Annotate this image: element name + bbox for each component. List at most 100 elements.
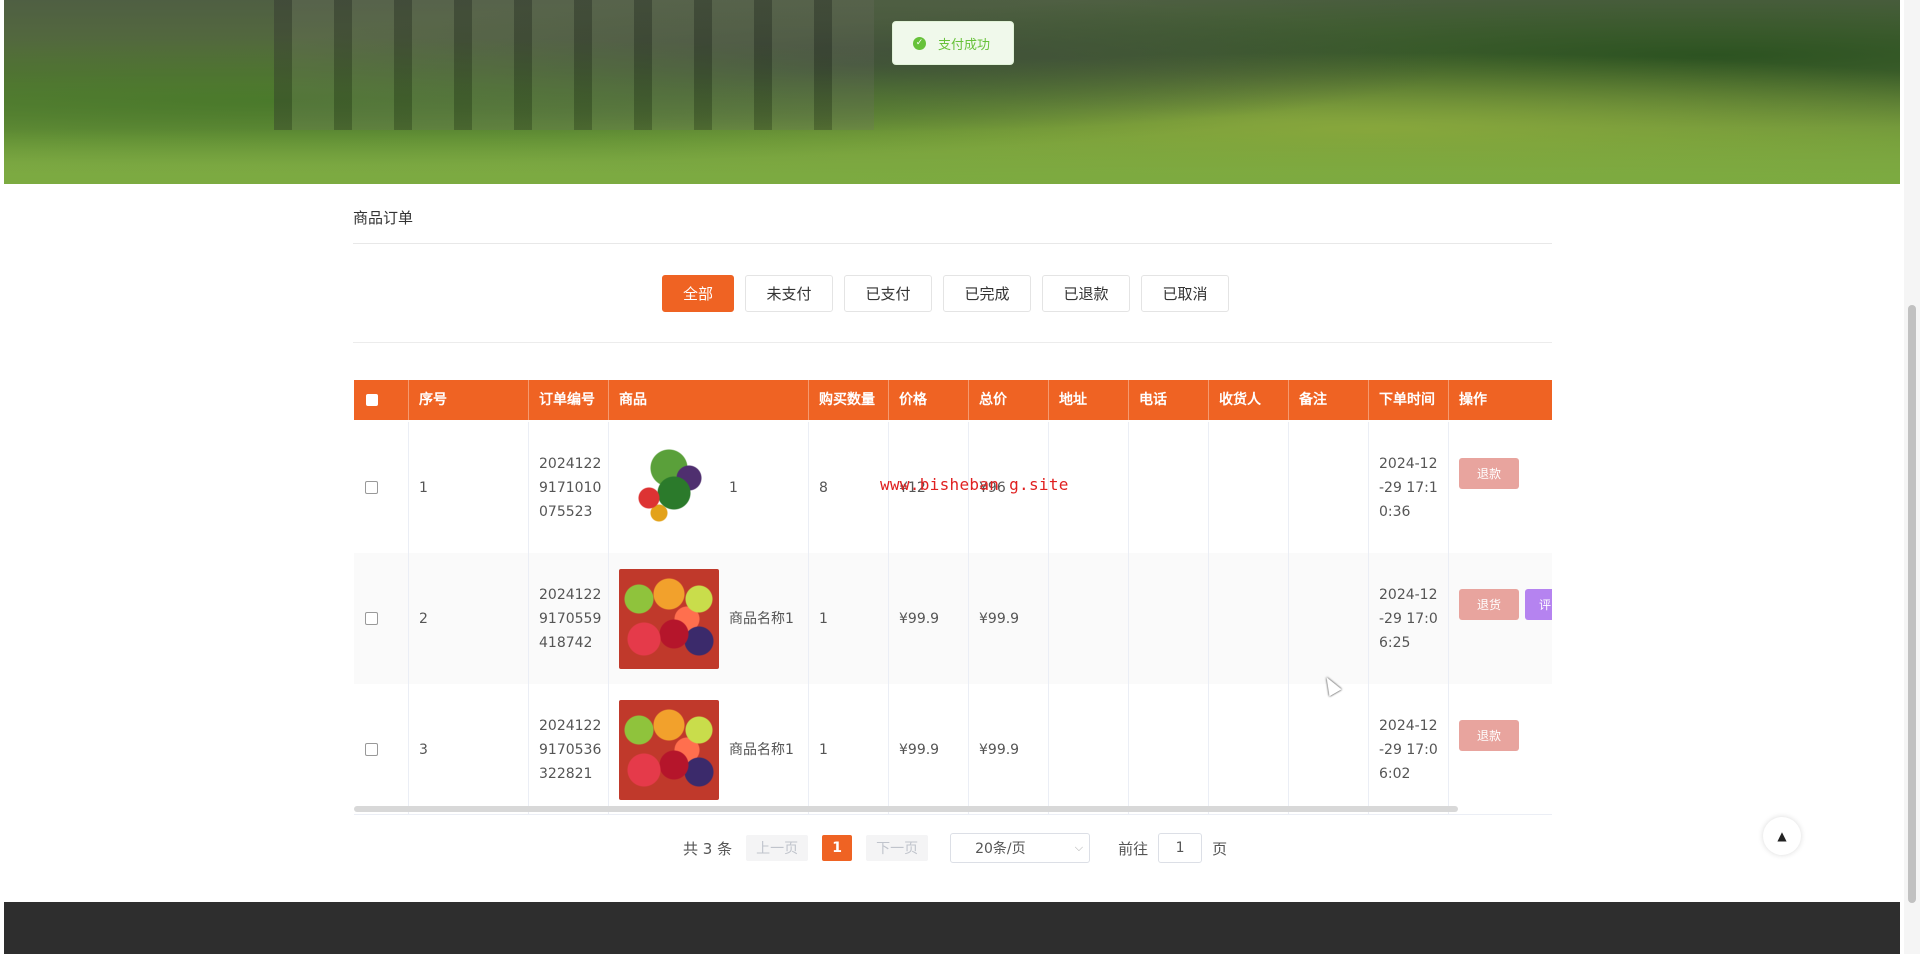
footer bbox=[4, 902, 1900, 954]
goto-page-input[interactable] bbox=[1158, 833, 1203, 863]
table-row: 3 20241229170536322821 商品名称1 1 ¥99.9 ¥99… bbox=[354, 684, 1552, 814]
row-checkbox[interactable] bbox=[365, 481, 378, 494]
cell-quantity: 1 bbox=[809, 553, 889, 684]
table-header: 序号 订单编号 商品 购买数量 价格 总价 地址 电话 收货人 备注 下单时间 … bbox=[354, 380, 1552, 420]
tab-completed[interactable]: 已完成 bbox=[943, 275, 1031, 312]
page-scrollbar-thumb[interactable] bbox=[1908, 305, 1916, 903]
total-count: 共 3 条 bbox=[683, 839, 733, 858]
cell-receiver bbox=[1209, 553, 1289, 684]
select-all-checkbox[interactable] bbox=[366, 394, 378, 406]
order-time: 2024-12-29 17:10:36 bbox=[1379, 455, 1438, 520]
divider bbox=[353, 342, 1552, 343]
order-time: 2024-12-29 17:06:02 bbox=[1379, 717, 1438, 782]
horizontal-scrollbar[interactable] bbox=[354, 806, 1458, 812]
product-image bbox=[619, 699, 719, 800]
row-select-cell bbox=[354, 422, 409, 553]
cell-product: 1 bbox=[609, 422, 809, 553]
tab-cancelled[interactable]: 已取消 bbox=[1141, 275, 1229, 312]
page-title: 商品订单 bbox=[353, 209, 414, 227]
cell-address bbox=[1049, 684, 1129, 814]
success-toast: ✓ 支付成功 bbox=[892, 21, 1014, 65]
caret-up-icon: ▲ bbox=[1777, 829, 1787, 843]
page-suffix: 页 bbox=[1212, 839, 1228, 858]
refund-button[interactable]: 退款 bbox=[1459, 458, 1519, 489]
header-select-all[interactable] bbox=[354, 380, 409, 420]
prev-page-button[interactable]: 上一页 bbox=[746, 835, 809, 861]
page-number-current[interactable]: 1 bbox=[822, 835, 853, 861]
divider bbox=[353, 243, 1552, 244]
toast-message: 支付成功 bbox=[938, 37, 991, 53]
cell-order-no: 20241229170559418742 bbox=[529, 553, 609, 684]
cell-phone bbox=[1129, 422, 1209, 553]
tab-unpaid[interactable]: 未支付 bbox=[745, 275, 833, 312]
page-scrollbar[interactable] bbox=[1904, 0, 1920, 954]
row-select-cell bbox=[354, 553, 409, 684]
cell-price: ¥99.9 bbox=[889, 684, 969, 814]
header-index: 序号 bbox=[409, 380, 529, 420]
cell-total: ¥99.9 bbox=[969, 553, 1049, 684]
tab-refunded[interactable]: 已退款 bbox=[1042, 275, 1130, 312]
page-size-select[interactable]: 20条/页 ⌵ bbox=[950, 833, 1091, 863]
next-page-button[interactable]: 下一页 bbox=[866, 835, 929, 861]
cell-remark bbox=[1289, 422, 1369, 553]
order-time: 2024-12-29 17:06:25 bbox=[1379, 586, 1438, 651]
chevron-down-icon: ⌵ bbox=[1074, 841, 1084, 854]
cell-order-no: 20241229170536322821 bbox=[529, 684, 609, 814]
order-number: 20241229171010075523 bbox=[539, 455, 602, 520]
cell-index: 3 bbox=[409, 684, 529, 814]
refund-button[interactable]: 退款 bbox=[1459, 720, 1519, 751]
row-checkbox[interactable] bbox=[365, 743, 378, 756]
cell-actions: 退款 bbox=[1449, 422, 1552, 553]
row-select-cell bbox=[354, 684, 409, 814]
product-name: 商品名称1 bbox=[729, 610, 794, 627]
cell-total: ¥99.9 bbox=[969, 684, 1049, 814]
cell-receiver bbox=[1209, 684, 1289, 814]
cell-phone bbox=[1129, 553, 1209, 684]
header-quantity: 购买数量 bbox=[809, 380, 889, 420]
cell-product: 商品名称1 bbox=[609, 553, 809, 684]
back-to-top-button[interactable]: ▲ bbox=[1763, 817, 1801, 855]
watermark-text: www.bisheban g.site bbox=[880, 475, 1069, 494]
header-price: 价格 bbox=[889, 380, 969, 420]
tab-all[interactable]: 全部 bbox=[662, 275, 734, 312]
table-row: 2 20241229170559418742 商品名称1 1 ¥99.9 ¥99… bbox=[354, 553, 1552, 684]
cell-price: ¥99.9 bbox=[889, 553, 969, 684]
page-size-value: 20条/页 bbox=[975, 841, 1026, 857]
cell-receiver bbox=[1209, 422, 1289, 553]
cell-order-no: 20241229171010075523 bbox=[529, 422, 609, 553]
tab-paid[interactable]: 已支付 bbox=[844, 275, 932, 312]
order-number: 20241229170559418742 bbox=[539, 586, 602, 651]
header-product: 商品 bbox=[609, 380, 809, 420]
header-actions: 操作 bbox=[1449, 380, 1552, 420]
product-name: 商品名称1 bbox=[729, 741, 794, 758]
check-circle-icon: ✓ bbox=[913, 36, 926, 50]
header-receiver: 收货人 bbox=[1209, 380, 1289, 420]
product-image bbox=[619, 437, 719, 538]
header-total: 总价 bbox=[969, 380, 1049, 420]
pagination: 共 3 条 上一页 1 下一页 20条/页 ⌵ 前往 页 bbox=[683, 833, 1228, 863]
cell-address bbox=[1049, 553, 1129, 684]
goto-label: 前往 bbox=[1118, 839, 1149, 858]
cell-order-time: 2024-12-29 17:06:25 bbox=[1369, 553, 1449, 684]
header-order-time: 下单时间 bbox=[1369, 380, 1449, 420]
row-checkbox[interactable] bbox=[365, 612, 378, 625]
order-number: 20241229170536322821 bbox=[539, 717, 602, 782]
review-button[interactable]: 评 bbox=[1525, 589, 1552, 620]
cell-remark bbox=[1289, 684, 1369, 814]
return-button[interactable]: 退货 bbox=[1459, 589, 1519, 620]
header-order-no: 订单编号 bbox=[529, 380, 609, 420]
cell-quantity: 8 bbox=[809, 422, 889, 553]
cell-order-time: 2024-12-29 17:06:02 bbox=[1369, 684, 1449, 814]
header-address: 地址 bbox=[1049, 380, 1129, 420]
product-name: 1 bbox=[729, 479, 738, 496]
order-status-tabs: 全部 未支付 已支付 已完成 已退款 已取消 bbox=[662, 275, 1229, 312]
header-phone: 电话 bbox=[1129, 380, 1209, 420]
cell-product: 商品名称1 bbox=[609, 684, 809, 814]
cell-order-time: 2024-12-29 17:10:36 bbox=[1369, 422, 1449, 553]
cell-index: 2 bbox=[409, 553, 529, 684]
cell-actions: 退款 bbox=[1449, 684, 1552, 814]
cell-index: 1 bbox=[409, 422, 529, 553]
cell-actions: 退货 评 bbox=[1449, 553, 1552, 684]
cell-phone bbox=[1129, 684, 1209, 814]
cell-quantity: 1 bbox=[809, 684, 889, 814]
